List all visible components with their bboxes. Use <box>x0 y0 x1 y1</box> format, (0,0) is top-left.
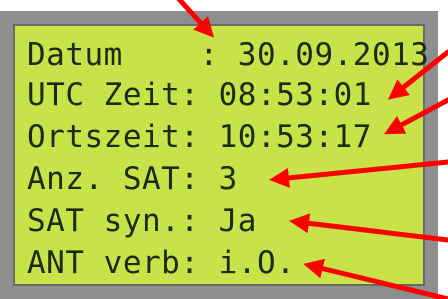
antenna-connection-row: ANT verb: i.O. <box>27 244 295 282</box>
satellite-count-row: Anz. SAT: 3 <box>27 160 238 198</box>
local-time-row: Ortszeit: 10:53:17 <box>27 118 372 156</box>
local-time-label: Ortszeit: <box>27 119 200 155</box>
lcd-screen: Datum : 30.09.2013 UTC Zeit: 08:53:01 Or… <box>13 24 429 286</box>
utc-time-value: 08:53:01 <box>199 77 372 113</box>
antenna-connection-value: i.O. <box>199 245 296 281</box>
satellite-sync-value: Ja <box>199 203 257 239</box>
antenna-connection-label: ANT verb: <box>27 245 200 281</box>
satellite-count-value: 3 <box>199 161 238 197</box>
local-time-value: 10:53:17 <box>199 119 372 155</box>
satellite-sync-row: SAT syn.: Ja <box>27 202 257 240</box>
utc-time-label: UTC Zeit: <box>27 77 200 113</box>
utc-time-row: UTC Zeit: 08:53:01 <box>27 76 372 114</box>
date-value: 30.09.2013 <box>218 37 430 73</box>
date-label: Datum : <box>27 37 219 73</box>
date-row: Datum : 30.09.2013 <box>27 36 429 74</box>
satellite-count-label: Anz. SAT: <box>27 161 200 197</box>
satellite-sync-label: SAT syn.: <box>27 203 200 239</box>
